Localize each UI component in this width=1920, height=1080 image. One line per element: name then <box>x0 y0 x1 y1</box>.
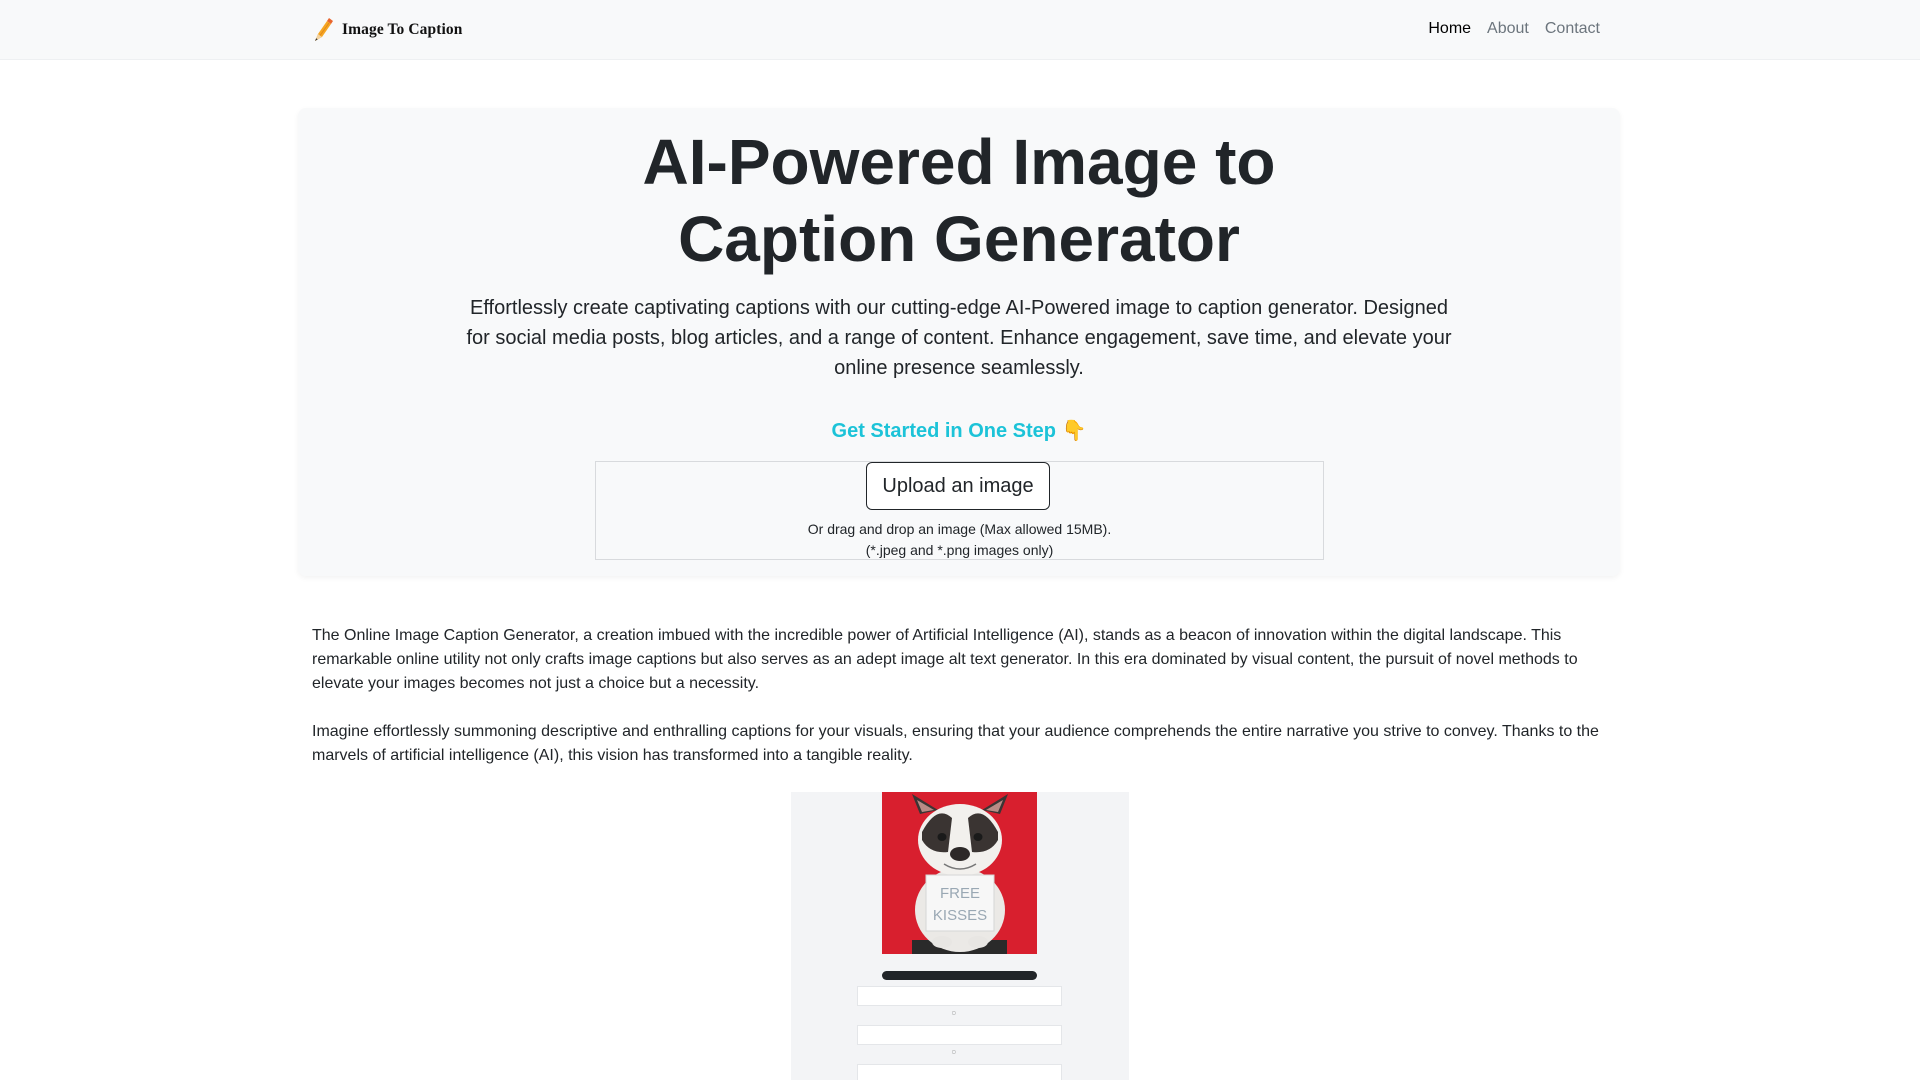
get-started-heading: Get Started in One Step 👇 <box>831 420 1087 442</box>
image-dropzone[interactable]: Upload an image Or drag and drop an imag… <box>595 461 1324 560</box>
upload-image-button[interactable]: Upload an image <box>866 462 1050 510</box>
sign-text-line2: KISSES <box>933 907 987 924</box>
copy-icon: ▢ <box>952 1049 956 1054</box>
drop-hint: Or drag and drop an image (Max allowed 1… <box>596 519 1323 561</box>
hero-description: Effortlessly create captivating captions… <box>466 297 1452 379</box>
nav-about-link[interactable]: About <box>1487 18 1529 40</box>
drop-hint-formats: (*.jpeg and *.png images only) <box>865 542 1054 558</box>
main-nav: Home About Contact <box>1428 18 1600 40</box>
caption-box <box>857 1025 1062 1045</box>
caption-box <box>857 986 1062 1006</box>
drop-hint-size: Or drag and drop an image (Max allowed 1… <box>807 521 1112 537</box>
intro-paragraph: The Online Image Caption Generator, a cr… <box>312 627 1578 692</box>
french-bulldog-illustration: FREE KISSES <box>912 794 1008 954</box>
brand-link[interactable]: Image To Caption <box>312 16 462 44</box>
nav-contact-link[interactable]: Contact <box>1545 18 1600 40</box>
navbar: Image To Caption Home About Contact <box>0 0 1920 60</box>
page-title-line2: Caption Generator <box>678 203 1240 275</box>
vision-paragraph: Imagine effortlessly summoning descripti… <box>312 723 1599 764</box>
caption-box <box>857 1064 1062 1080</box>
sign-text-line1: FREE <box>940 885 980 902</box>
example-preview-image: FREE KISSES ▢ ▢ <box>791 792 1129 1080</box>
pencil-logo-icon <box>315 18 333 41</box>
brand-name: Image To Caption <box>342 21 463 38</box>
dog-photo: FREE KISSES <box>882 792 1037 954</box>
generate-bar <box>882 971 1037 980</box>
page-title-line1: AI-Powered Image to <box>642 126 1276 198</box>
nav-home-link[interactable]: Home <box>1428 18 1471 40</box>
page-title: AI-Powered Image to Caption Generator <box>298 124 1620 278</box>
hero-section: AI-Powered Image to Caption Generator Ef… <box>298 108 1620 576</box>
copy-icon: ▢ <box>952 1010 956 1015</box>
